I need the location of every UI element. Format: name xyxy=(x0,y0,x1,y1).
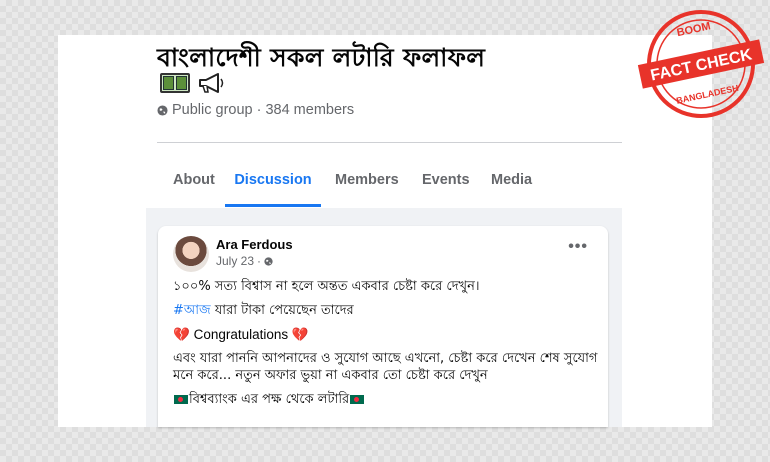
money-icon xyxy=(160,73,190,93)
header-divider xyxy=(157,142,622,143)
bangladesh-flag-icon xyxy=(174,395,188,404)
megaphone-icon xyxy=(199,73,224,93)
broken-heart-icon: 💔 xyxy=(173,327,190,342)
meta-separator: · xyxy=(256,102,262,118)
post-text: বিশ্বব্যাংক এর পক্ষ থেকে লটারি xyxy=(189,392,350,407)
timestamp-separator: · xyxy=(257,254,262,268)
congrats-text: Congratulations xyxy=(193,327,289,342)
bangladesh-flag-icon xyxy=(350,395,365,404)
stamp-top-text: BOOM xyxy=(676,20,712,39)
post-date[interactable]: July 23 xyxy=(216,254,254,268)
globe-icon xyxy=(264,256,273,266)
post-line: ১০০% সত্য বিশ্বাস না হলে অন্তত একবার চেষ… xyxy=(173,279,480,294)
broken-heart-icon: 💔 xyxy=(291,327,309,342)
title-emojis xyxy=(160,72,226,94)
avatar[interactable] xyxy=(173,236,209,272)
tab-events[interactable]: Events xyxy=(422,162,470,204)
stamp-bottom-text: BANGLADESH xyxy=(675,83,739,106)
post-text: যারা টাকা পেয়েছেন তাদের xyxy=(210,303,354,318)
group-tabs: About Discussion Members Events Media xyxy=(157,162,622,207)
group-privacy: Public group xyxy=(172,102,253,118)
group-meta: Public group · 384 members xyxy=(157,102,354,118)
post-line: বিশ্বব্যাংক এর পক্ষ থেকে লটারি xyxy=(173,391,598,408)
more-options-button[interactable]: ••• xyxy=(568,238,588,256)
post-timestamp: July 23 · xyxy=(216,254,273,268)
post-author[interactable]: Ara Ferdous xyxy=(216,237,293,252)
tab-discussion[interactable]: Discussion xyxy=(225,162,321,207)
post-body: ১০০% সত্য বিশ্বাস না হলে অন্তত একবার চেষ… xyxy=(173,278,598,415)
post-line: 💔 Congratulations 💔 xyxy=(173,326,598,343)
tab-members[interactable]: Members xyxy=(335,162,399,204)
member-count[interactable]: 384 members xyxy=(265,102,354,118)
post-line: #আজ যারা টাকা পেয়েছেন তাদের xyxy=(173,302,598,319)
tab-about[interactable]: About xyxy=(173,162,215,204)
post-line: এবং যারা পাননি আপনাদের ও সুযোগ আছে এখনো,… xyxy=(173,351,598,383)
globe-icon xyxy=(157,104,168,116)
post-card: Ara Ferdous July 23 · ••• ১০০% সত্য বিশ্… xyxy=(158,226,608,427)
tab-media[interactable]: Media xyxy=(491,162,532,204)
fact-check-stamp: BOOM FACT CHECK BANGLADESH xyxy=(637,10,765,118)
hashtag-link[interactable]: #আজ xyxy=(173,303,211,318)
